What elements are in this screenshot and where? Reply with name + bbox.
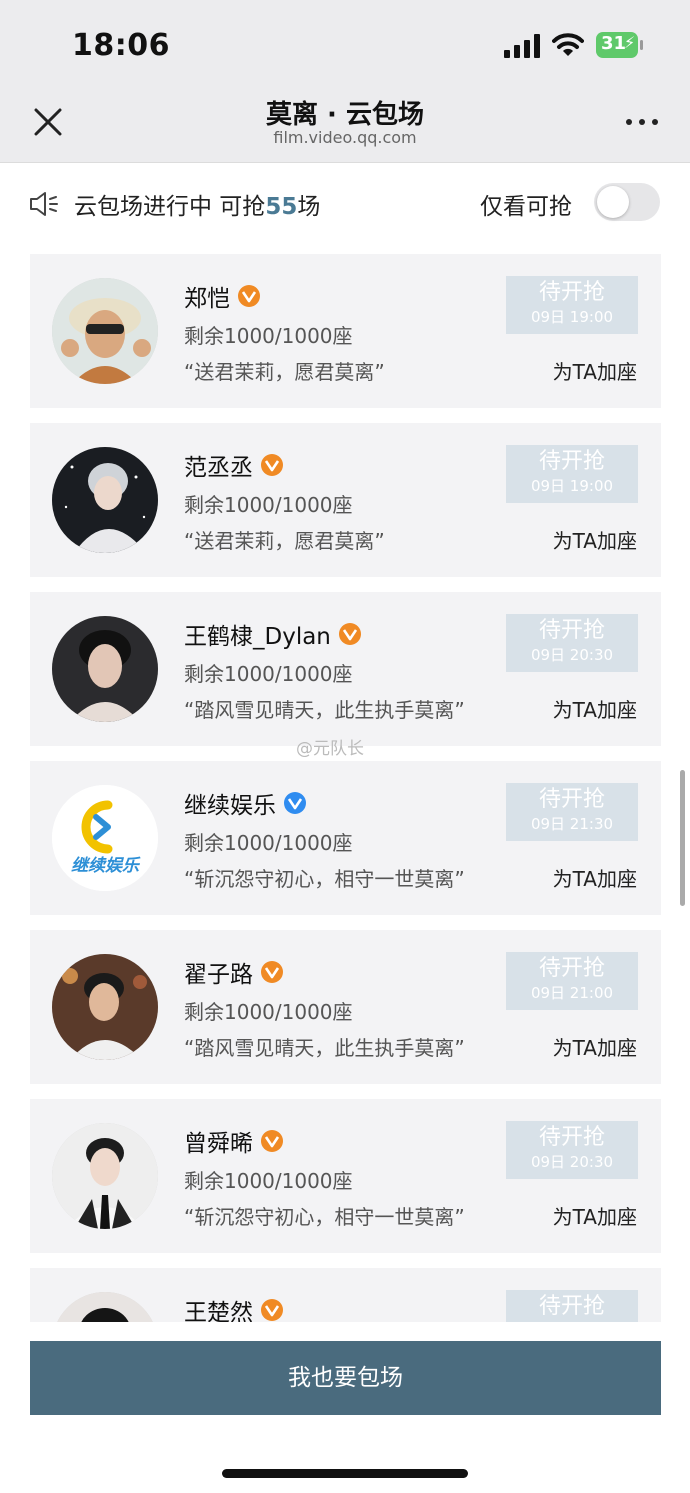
slogan: “斩沉怨守初心，相守一世莫离” [184,867,465,891]
host-name: 范丞丞 [184,455,253,481]
pending-grab-button[interactable]: 待开抢 09日 20:30 [506,1121,638,1179]
add-seat-link[interactable]: 为TA加座 [553,1032,637,1061]
pending-grab-button[interactable]: 待开抢 09日 20:30 [506,614,638,672]
pending-grab-button[interactable]: 待开抢 09日 21:00 [506,952,638,1010]
page-domain: film.video.qq.com [273,128,417,147]
avatar[interactable]: 继续娱乐 [52,785,158,891]
seats-remaining: 剩余1000/1000座 [184,324,353,348]
wifi-icon [552,33,584,56]
page-title: 莫离 · 云包场 [266,100,424,130]
add-seat-link[interactable]: 为TA加座 [553,525,637,554]
name-row: 继续娱乐 [184,787,306,819]
host-name: 翟子路 [184,962,253,988]
verified-badge-icon [261,454,283,476]
verified-badge-icon [261,1130,283,1152]
book-screening-button[interactable]: 我也要包场 [30,1341,661,1415]
name-row: 郑恺 [184,280,260,312]
slogan: “送君茉莉，愿君莫离” [184,529,385,553]
speaker-icon [30,192,58,216]
verified-badge-icon [284,792,306,814]
scrollbar[interactable] [680,770,685,906]
slogan: “踏风雪见晴天，此生执手莫离” [184,1036,465,1060]
home-indicator[interactable] [222,1469,468,1478]
host-name: 王楚然 [184,1300,253,1322]
pending-grab-button[interactable]: 待开抢 09日 21:30 [506,783,638,841]
screening-card[interactable]: 王鹤棣_Dylan 剩余1000/1000座 “踏风雪见晴天，此生执手莫离” 待… [30,592,661,746]
pending-grab-button[interactable]: 待开抢 [506,1290,638,1322]
avatar[interactable] [52,447,158,553]
top-bar: 18:06 31 ⚡ 莫离 · 云包场 film.video.qq.com [0,0,690,163]
battery-level: 31 [601,33,627,54]
notice-bar: 云包场进行中 可抢55场 仅看可抢 [0,163,690,243]
avatar[interactable] [52,1123,158,1229]
filter-label: 仅看可抢 [480,194,572,220]
name-row: 曾舜晞 [184,1125,283,1157]
notice-text: 云包场进行中 可抢55场 [74,194,321,220]
name-row: 王楚然 [184,1294,283,1322]
pending-grab-button[interactable]: 待开抢 09日 19:00 [506,445,638,503]
avatar[interactable] [52,278,158,384]
pending-grab-button[interactable]: 待开抢 09日 19:00 [506,276,638,334]
seats-remaining: 剩余1000/1000座 [184,831,353,855]
name-row: 王鹤棣_Dylan [184,618,361,650]
avatar[interactable] [52,616,158,722]
signal-icon [504,34,540,58]
verified-badge-icon [238,285,260,307]
watermark: @元队长 [296,739,364,759]
add-seat-link[interactable]: 为TA加座 [553,1201,637,1230]
seats-remaining: 剩余1000/1000座 [184,1000,353,1024]
host-name: 王鹤棣_Dylan [184,624,331,650]
screening-card[interactable]: 继续娱乐 继续娱乐 剩余1000/1000座 “斩沉怨守初心，相守一世莫离” 待… [30,761,661,915]
add-seat-link[interactable]: 为TA加座 [553,694,637,723]
avatar[interactable] [52,954,158,1060]
screening-card[interactable]: 王楚然 待开抢 [30,1268,661,1322]
verified-badge-icon [261,961,283,983]
slogan: “送君茉莉，愿君莫离” [184,360,385,384]
screening-list[interactable]: 郑恺 剩余1000/1000座 “送君茉莉，愿君莫离” 待开抢 09日 19:00… [30,254,661,1322]
host-name: 曾舜晞 [184,1131,253,1157]
seats-remaining: 剩余1000/1000座 [184,1169,353,1193]
status-time: 18:06 [72,28,170,63]
verified-badge-icon [338,623,361,645]
screening-card[interactable]: 翟子路 剩余1000/1000座 “踏风雪见晴天，此生执手莫离” 待开抢 09日 … [30,930,661,1084]
toggle-knob [597,186,629,218]
seats-remaining: 剩余1000/1000座 [184,662,353,686]
seats-remaining: 剩余1000/1000座 [184,493,353,517]
host-name: 继续娱乐 [184,793,276,819]
slogan: “斩沉怨守初心，相守一世莫离” [184,1205,465,1229]
available-count: 55 [265,194,298,220]
available-only-toggle[interactable] [594,183,660,221]
add-seat-link[interactable]: 为TA加座 [553,863,637,892]
logo-text: 继续娱乐 [71,856,139,876]
name-row: 范丞丞 [184,449,283,481]
avatar[interactable] [52,1292,158,1322]
host-name: 郑恺 [184,286,230,312]
verified-badge-icon [261,1299,283,1321]
screening-card[interactable]: 郑恺 剩余1000/1000座 “送君茉莉，愿君莫离” 待开抢 09日 19:00… [30,254,661,408]
more-icon[interactable] [624,112,660,132]
name-row: 翟子路 [184,956,283,988]
screening-card[interactable]: 曾舜晞 剩余1000/1000座 “斩沉怨守初心，相守一世莫离” 待开抢 09日 … [30,1099,661,1253]
slogan: “踏风雪见晴天，此生执手莫离” [184,698,465,722]
screening-card[interactable]: 范丞丞 剩余1000/1000座 “送君茉莉，愿君莫离” 待开抢 09日 19:0… [30,423,661,577]
add-seat-link[interactable]: 为TA加座 [553,356,637,385]
battery-icon: 31 ⚡ [596,32,644,58]
